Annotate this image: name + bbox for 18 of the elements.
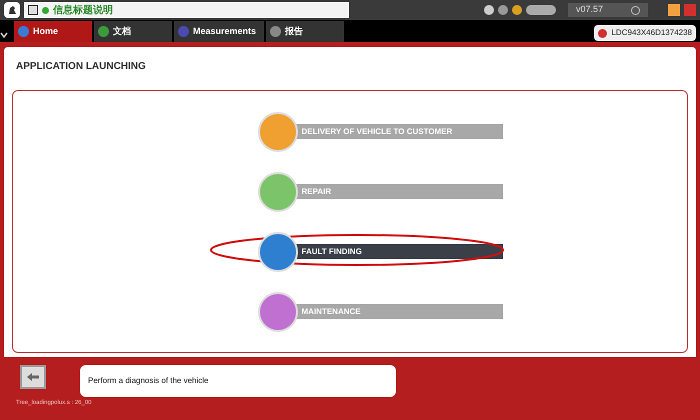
alert-icon [598, 28, 608, 38]
tab[interactable]: Measurements [174, 21, 264, 42]
tab[interactable]: 报告 [266, 21, 344, 42]
version-text: v07.57 [576, 3, 604, 16]
tab-icon [98, 26, 109, 37]
left-arrow-icon [26, 372, 40, 382]
back-button[interactable] [20, 365, 46, 389]
tab-icon [270, 26, 282, 37]
tab[interactable]: 文档 [94, 21, 172, 42]
window-title: 信息标题说明 [53, 4, 113, 18]
tab-icon [18, 26, 29, 37]
menu-item[interactable]: FAULT FINDING [258, 232, 502, 272]
vin-text: LDC943X46D1374238 [611, 27, 692, 39]
tab-icon [178, 26, 189, 37]
description-field: Perform a diagnosis of the vehicle [80, 365, 396, 397]
expand-icon[interactable] [28, 5, 38, 15]
tab[interactable]: Home [14, 21, 92, 42]
page-title: APPLICATION LAUNCHING [15, 60, 147, 74]
